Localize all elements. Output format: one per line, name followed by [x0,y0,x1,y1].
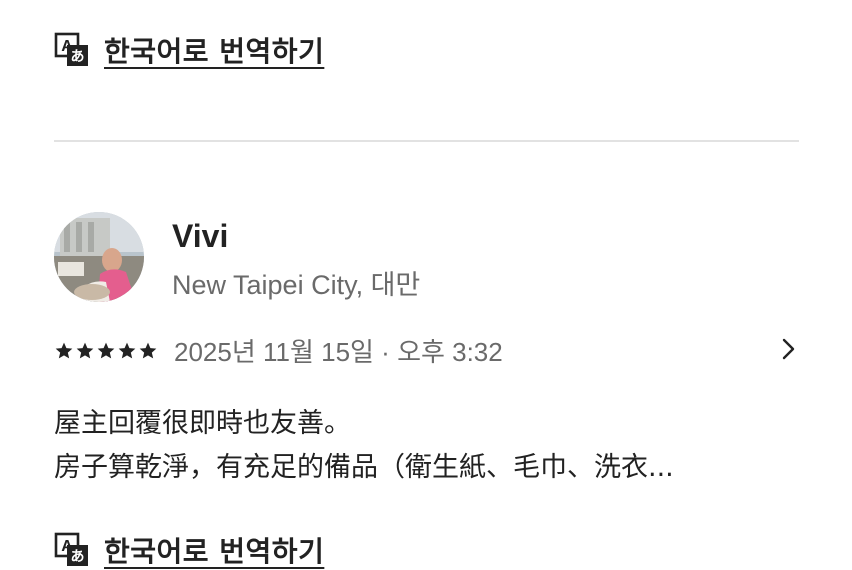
star-icon [139,342,157,358]
star-rating [54,341,158,361]
section-divider [54,140,799,142]
review-date: 2025년 11월 15일 · 오후 3:32 [174,337,503,367]
translate-icon: A あ [54,32,88,66]
translate-icon: A あ [54,532,88,566]
translate-link-label: 한국어로 번역하기 [104,535,325,568]
star-icon [97,342,115,358]
translate-link-top[interactable]: A あ 한국어로 번역하기 [54,30,324,70]
svg-text:あ: あ [71,549,85,565]
review-meta: 2025년 11월 15일 · 오후 3:32 [54,332,503,369]
reviewer-location: New Taipei City, 대만 [172,270,421,300]
review-text-line: 屋主回覆很即時也友善。 [54,408,351,439]
chevron-right-icon[interactable] [776,336,800,362]
star-icon [118,342,136,358]
avatar-photo [54,212,144,302]
star-icon [55,342,73,358]
translate-link-bottom[interactable]: A あ 한국어로 번역하기 [54,530,324,570]
reviewer-avatar[interactable] [54,212,144,302]
review-text-line: 房子算乾淨，有充足的備品（衛生紙、毛巾、洗衣... [54,452,674,483]
review-body[interactable]: 屋主回覆很即時也友善。 房子算乾淨，有充足的備品（衛生紙、毛巾、洗衣... [54,402,799,490]
translate-link-label: 한국어로 번역하기 [104,35,325,68]
reviewer-name: Vivi [172,218,229,254]
svg-text:あ: あ [71,49,85,65]
star-icon [76,342,94,358]
